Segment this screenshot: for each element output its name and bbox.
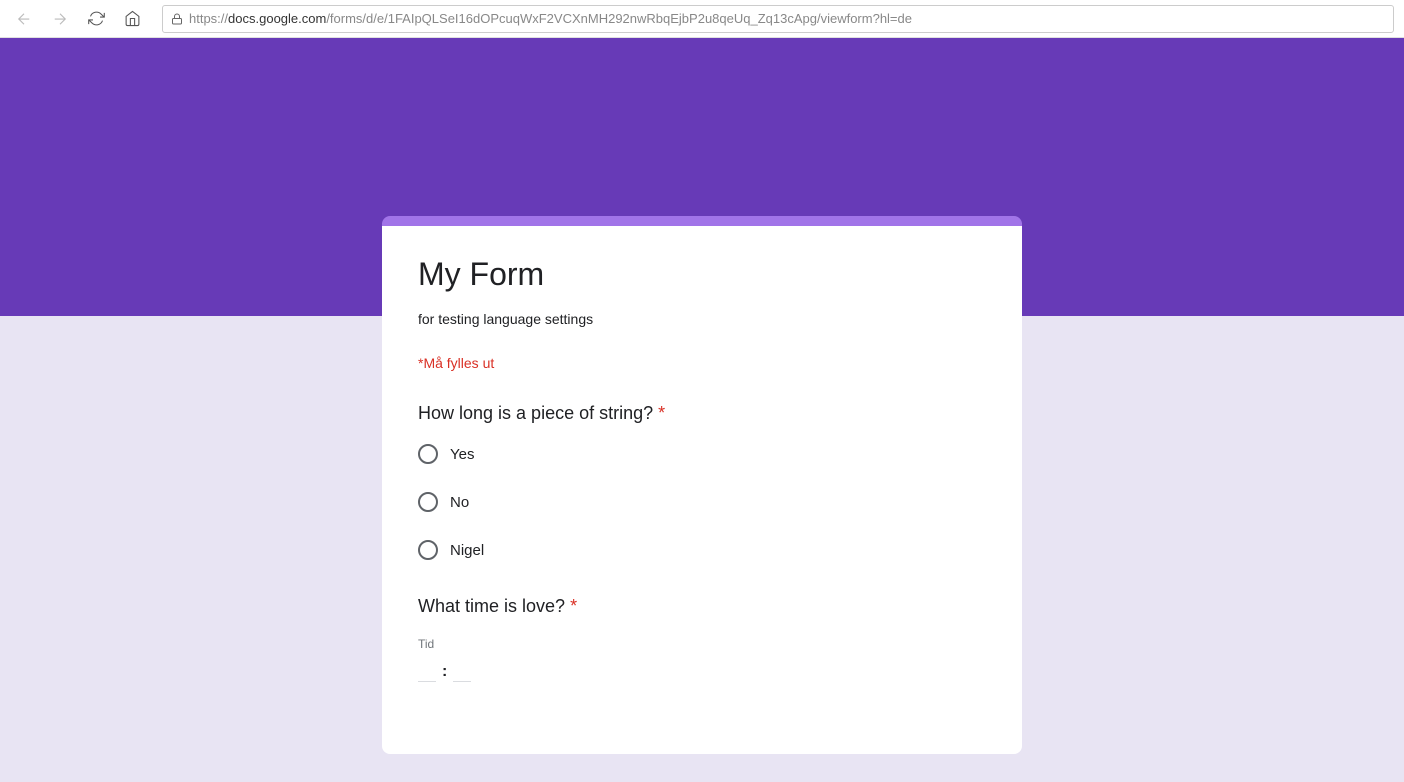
form-description: for testing language settings [418, 311, 986, 327]
radio-option-nigel[interactable]: Nigel [418, 540, 986, 560]
forward-button[interactable] [46, 5, 74, 33]
time-inputs: : [418, 661, 986, 682]
form-card: My Form for testing language settings *M… [382, 216, 1022, 754]
question-title: What time is love? * [418, 596, 986, 617]
radio-icon [418, 444, 438, 464]
home-button[interactable] [118, 5, 146, 33]
time-colon: : [442, 663, 447, 681]
required-note: *Må fylles ut [418, 355, 986, 371]
radio-option-yes[interactable]: Yes [418, 444, 986, 464]
radio-label: No [450, 494, 469, 511]
browser-toolbar: https://docs.google.com/forms/d/e/1FAIpQ… [0, 0, 1404, 38]
question-block: How long is a piece of string? * Yes No … [418, 403, 986, 560]
radio-label: Yes [450, 446, 474, 463]
refresh-button[interactable] [82, 5, 110, 33]
required-star: * [570, 596, 577, 616]
time-label: Tid [418, 637, 986, 651]
radio-label: Nigel [450, 542, 484, 559]
page-container: My Form for testing language settings *M… [0, 38, 1404, 782]
lock-icon [171, 13, 183, 25]
form-title: My Form [418, 256, 986, 293]
time-hour-input[interactable] [418, 661, 436, 682]
radio-icon [418, 540, 438, 560]
time-minute-input[interactable] [453, 661, 471, 682]
question-title: How long is a piece of string? * [418, 403, 986, 424]
url-text: https://docs.google.com/forms/d/e/1FAIpQ… [189, 11, 912, 26]
radio-option-no[interactable]: No [418, 492, 986, 512]
radio-icon [418, 492, 438, 512]
required-star: * [658, 403, 665, 423]
question-block: What time is love? * Tid : [418, 596, 986, 682]
address-bar[interactable]: https://docs.google.com/forms/d/e/1FAIpQ… [162, 5, 1394, 33]
back-button[interactable] [10, 5, 38, 33]
form-wrapper: My Form for testing language settings *M… [382, 216, 1022, 754]
